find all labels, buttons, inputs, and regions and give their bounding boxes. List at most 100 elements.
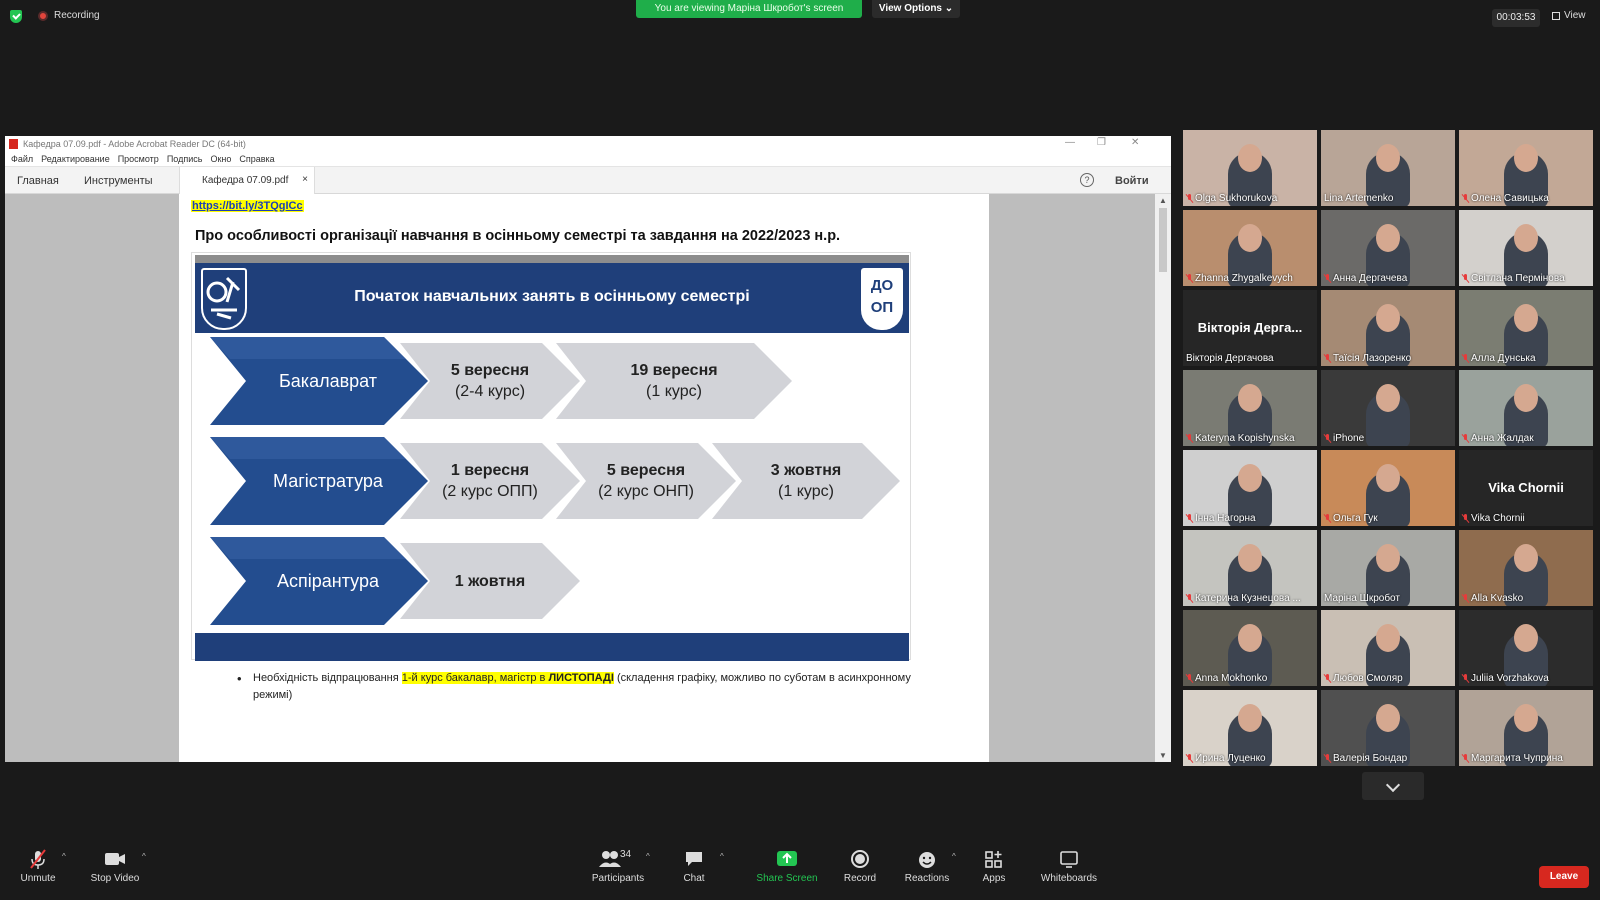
apps-button[interactable]: Apps: [954, 848, 1034, 884]
participant-name-label: Vika Chornii: [1462, 513, 1525, 524]
participant-face: [1514, 544, 1538, 572]
participant-name: Olga Sukhorukova: [1195, 193, 1278, 204]
participant-face: [1514, 144, 1538, 172]
participant-tile[interactable]: Вікторія Дерга... Вікторія Дергачова: [1183, 290, 1317, 366]
chat-caret-icon[interactable]: ^: [720, 852, 724, 861]
participant-tile[interactable]: Інна Нагорна: [1183, 450, 1317, 526]
close-window-icon[interactable]: ✕: [1131, 137, 1139, 148]
participant-name-label: Марiна Шкробот: [1324, 593, 1400, 604]
chevron-bachelor: Бакалаврат: [210, 337, 428, 425]
participant-face: [1238, 624, 1262, 652]
participant-tile[interactable]: Анна Жалдак: [1459, 370, 1593, 446]
muted-mic-icon: [1462, 514, 1469, 523]
document-tab-label: Кафедра 07.09.pdf: [202, 175, 289, 186]
bullet-item: Необхідність відпрацювання 1-й курс бака…: [237, 670, 913, 704]
gallery-next-page-button[interactable]: [1362, 772, 1424, 800]
share-screen-label: Share Screen: [756, 873, 818, 884]
restore-icon[interactable]: ❐: [1097, 137, 1106, 148]
acrobat-title-bar: Кафедра 07.09.pdf - Adobe Acrobat Reader…: [5, 136, 1171, 152]
participant-name-label: Маргарита Чуприна: [1462, 753, 1563, 764]
participant-tile[interactable]: Vika Chornii Vika Chornii: [1459, 450, 1593, 526]
close-tab-icon[interactable]: ×: [302, 174, 308, 185]
participant-name: Lina Artemenko: [1324, 193, 1394, 204]
participant-tile[interactable]: Таїсія Лазоренко: [1321, 290, 1455, 366]
slide-header: Початок навчальних занять в осінньому се…: [195, 263, 909, 333]
security-shield-icon[interactable]: [10, 10, 22, 23]
participant-tile[interactable]: Світлана Пермінова: [1459, 210, 1593, 286]
participants-label: Participants: [591, 873, 645, 884]
participant-name-label: Алла Дунська: [1462, 353, 1536, 364]
participant-tile[interactable]: Катерина Кузнецова ...: [1183, 530, 1317, 606]
scroll-up-icon[interactable]: ▲: [1159, 196, 1167, 205]
chevron-master: Магістратура: [210, 437, 428, 525]
view-button[interactable]: View: [1552, 10, 1586, 21]
date-chevron: 5 вересня (2-4 курс): [400, 343, 580, 419]
date-sub: (1 курс): [646, 383, 702, 400]
video-options-caret-icon[interactable]: ^: [142, 852, 146, 861]
participant-tile[interactable]: Олена Савицька: [1459, 130, 1593, 206]
participant-tile[interactable]: Маргарита Чуприна: [1459, 690, 1593, 766]
participant-tile[interactable]: Ирина Луценко: [1183, 690, 1317, 766]
participant-tile[interactable]: Ольга Гук: [1321, 450, 1455, 526]
menu-file[interactable]: Файл: [11, 154, 33, 164]
participant-tile[interactable]: Валерія Бондар: [1321, 690, 1455, 766]
participant-tile[interactable]: Alla Kvasko: [1459, 530, 1593, 606]
tab-tools[interactable]: Инструменты: [84, 175, 153, 187]
participant-name-label: Anna Mokhonko: [1186, 673, 1267, 684]
document-viewport: https://bit.ly/3TQgICc Про особливості о…: [5, 194, 1171, 762]
muted-mic-icon: [0, 848, 78, 870]
muted-mic-icon: [1462, 674, 1469, 683]
participant-tile[interactable]: Любов Смоляр: [1321, 610, 1455, 686]
participant-gallery: Olga Sukhorukova Lina Artemenko Олена Сави…: [1183, 130, 1597, 770]
date-main: 1 жовтня: [454, 572, 526, 590]
participant-face: [1514, 704, 1538, 732]
participants-caret-icon[interactable]: ^: [646, 852, 650, 861]
scrollbar-thumb[interactable]: [1159, 208, 1167, 272]
leave-button[interactable]: Leave: [1539, 866, 1589, 888]
meeting-timer: 00:03:53: [1492, 9, 1540, 27]
whiteboards-button[interactable]: Whiteboards: [1030, 848, 1108, 884]
tab-home[interactable]: Главная: [17, 175, 59, 187]
participant-name: Катерина Кузнецова ...: [1195, 593, 1301, 604]
minimize-icon[interactable]: —: [1065, 137, 1075, 148]
participant-tile[interactable]: Zhanna Zhygalkevych: [1183, 210, 1317, 286]
view-options-button[interactable]: View Options ⌄: [872, 0, 960, 18]
scroll-down-icon[interactable]: ▼: [1159, 751, 1167, 760]
vertical-scrollbar[interactable]: ▲ ▼: [1155, 194, 1171, 762]
login-button[interactable]: Войти: [1115, 175, 1149, 187]
participant-name: Ольга Гук: [1333, 513, 1378, 524]
participant-name-label: Lina Artemenko: [1324, 193, 1394, 204]
menu-sign[interactable]: Подпись: [167, 154, 203, 164]
participant-tile[interactable]: Алла Дунська: [1459, 290, 1593, 366]
menu-help[interactable]: Справка: [239, 154, 274, 164]
participant-tile[interactable]: iPhone: [1321, 370, 1455, 446]
bullet-highlight-bold: ЛИСТОПАДІ: [548, 672, 614, 684]
muted-mic-icon: [1324, 674, 1331, 683]
recording-indicator[interactable]: Recording: [38, 10, 100, 21]
reactions-label: Reactions: [904, 873, 950, 884]
bullet-highlight-text: 1-й курс бакалавр, магістр в: [401, 672, 549, 684]
participant-tile[interactable]: Anna Mokhonko: [1183, 610, 1317, 686]
participant-tile[interactable]: Olga Sukhorukova: [1183, 130, 1317, 206]
share-screen-button[interactable]: Share Screen: [744, 848, 830, 884]
participant-tile[interactable]: Lina Artemenko: [1321, 130, 1455, 206]
participant-tile[interactable]: Анна Дергачева: [1321, 210, 1455, 286]
muted-mic-icon: [1324, 514, 1331, 523]
slide-top-stripe: [195, 255, 909, 263]
muted-mic-icon: [1186, 434, 1193, 443]
help-icon[interactable]: ?: [1080, 173, 1094, 187]
audio-options-caret-icon[interactable]: ^: [62, 852, 66, 861]
tab-document[interactable]: Кафедра 07.09.pdf ×: [179, 167, 315, 195]
document-link[interactable]: https://bit.ly/3TQgICc: [191, 200, 304, 212]
menu-view[interactable]: Просмотр: [118, 154, 159, 164]
embedded-slide: Початок навчальних занять в осінньому се…: [191, 252, 911, 661]
menu-window[interactable]: Окно: [210, 154, 231, 164]
participant-tile[interactable]: Марiна Шкробот: [1321, 530, 1455, 606]
menu-edit[interactable]: Редактирование: [41, 154, 110, 164]
participant-tile[interactable]: Juliia Vorzhakova: [1459, 610, 1593, 686]
unmute-button[interactable]: Unmute: [0, 848, 78, 884]
participant-tile[interactable]: Kateryna Kopishynska: [1183, 370, 1317, 446]
chevron-phd: Аспірантура: [210, 537, 428, 625]
apps-label: Apps: [982, 873, 1006, 884]
date-main: 5 вересня: [450, 362, 530, 379]
